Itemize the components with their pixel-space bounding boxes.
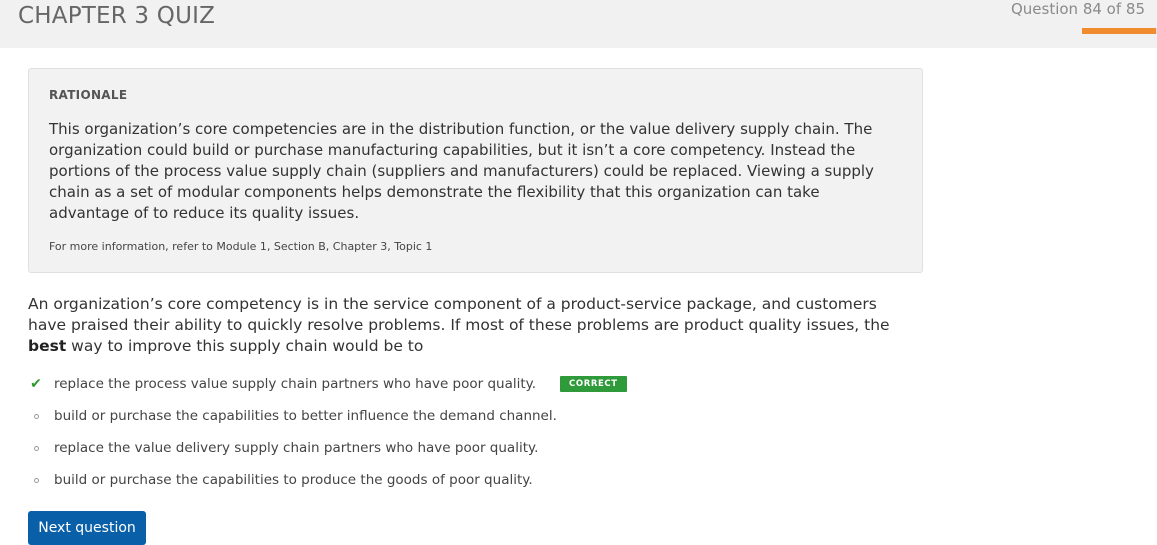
bullet-icon xyxy=(28,406,44,426)
question-text-before: An organization’s core competency is in … xyxy=(28,295,890,334)
answer-option-4[interactable]: build or purchase the capabilities to pr… xyxy=(28,470,533,490)
answer-option-1[interactable]: ✔ replace the process value supply chain… xyxy=(28,374,627,394)
answer-text: build or purchase the capabilities to pr… xyxy=(54,472,533,488)
rationale-text: This organization’s core competencies ar… xyxy=(49,120,874,222)
answer-text: build or purchase the capabilities to be… xyxy=(54,408,557,424)
question-text: An organization’s core competency is in … xyxy=(28,294,918,357)
question-text-after: way to improve this supply chain would b… xyxy=(66,337,424,355)
question-progress-text: Question 84 of 85 xyxy=(1010,0,1145,18)
correct-badge: CORRECT xyxy=(560,376,627,392)
answer-option-2[interactable]: build or purchase the capabilities to be… xyxy=(28,406,557,426)
next-question-button[interactable]: Next question xyxy=(28,511,146,545)
answer-option-3[interactable]: replace the value delivery supply chain … xyxy=(28,438,538,458)
rationale-panel: RATIONALE This organization’s core compe… xyxy=(28,68,923,273)
answer-text: replace the value delivery supply chain … xyxy=(54,440,539,456)
rationale-reference: For more information, refer to Module 1,… xyxy=(49,240,433,253)
bullet-icon xyxy=(28,438,44,458)
check-icon: ✔ xyxy=(30,376,42,392)
bullet-icon xyxy=(28,470,44,490)
quiz-header: CHAPTER 3 QUIZ Question 84 of 85 xyxy=(0,0,1157,48)
rationale-heading: RATIONALE xyxy=(49,88,128,102)
quiz-title: CHAPTER 3 QUIZ xyxy=(18,3,216,29)
answer-text: replace the process value supply chain p… xyxy=(54,376,537,392)
progress-bar-fill xyxy=(1082,28,1157,34)
progress-bar xyxy=(1082,28,1157,34)
question-emphasis: best xyxy=(28,337,67,355)
